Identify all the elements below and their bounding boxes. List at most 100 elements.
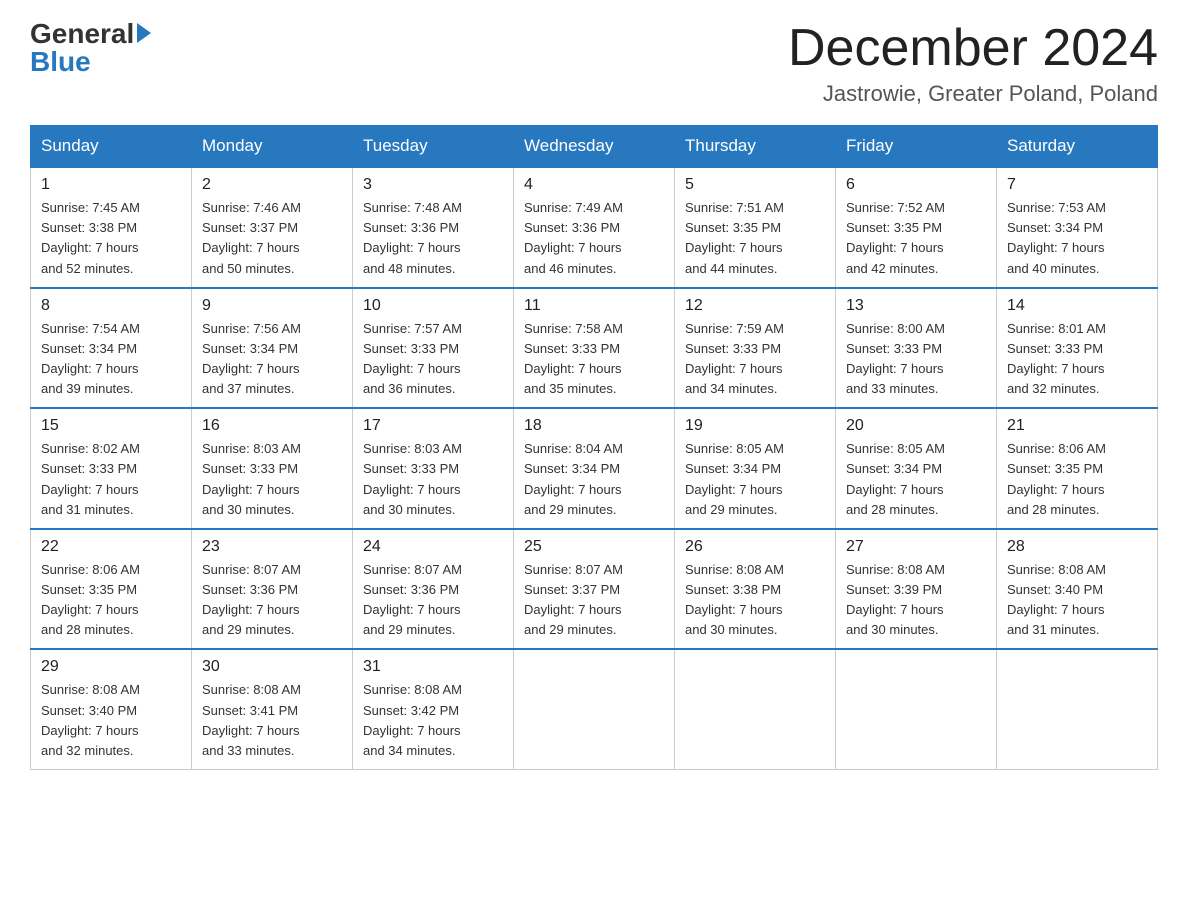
week-row-1: 1 Sunrise: 7:45 AM Sunset: 3:38 PM Dayli… xyxy=(31,167,1158,288)
day-number: 4 xyxy=(524,176,664,194)
week-row-3: 15 Sunrise: 8:02 AM Sunset: 3:33 PM Dayl… xyxy=(31,408,1158,529)
week-row-2: 8 Sunrise: 7:54 AM Sunset: 3:34 PM Dayli… xyxy=(31,288,1158,409)
calendar-cell: 11 Sunrise: 7:58 AM Sunset: 3:33 PM Dayl… xyxy=(514,288,675,409)
day-number: 31 xyxy=(363,658,503,676)
calendar-cell: 21 Sunrise: 8:06 AM Sunset: 3:35 PM Dayl… xyxy=(997,408,1158,529)
day-info: Sunrise: 8:05 AM Sunset: 3:34 PM Dayligh… xyxy=(846,439,986,520)
day-info: Sunrise: 7:54 AM Sunset: 3:34 PM Dayligh… xyxy=(41,319,181,400)
day-number: 8 xyxy=(41,297,181,315)
day-info: Sunrise: 7:56 AM Sunset: 3:34 PM Dayligh… xyxy=(202,319,342,400)
calendar-cell xyxy=(997,649,1158,769)
week-row-4: 22 Sunrise: 8:06 AM Sunset: 3:35 PM Dayl… xyxy=(31,529,1158,650)
calendar-cell: 1 Sunrise: 7:45 AM Sunset: 3:38 PM Dayli… xyxy=(31,167,192,288)
title-block: December 2024 Jastrowie, Greater Poland,… xyxy=(788,20,1158,107)
calendar-cell: 14 Sunrise: 8:01 AM Sunset: 3:33 PM Dayl… xyxy=(997,288,1158,409)
weekday-header-monday: Monday xyxy=(192,126,353,168)
day-number: 19 xyxy=(685,417,825,435)
day-number: 30 xyxy=(202,658,342,676)
day-number: 1 xyxy=(41,176,181,194)
calendar-cell: 2 Sunrise: 7:46 AM Sunset: 3:37 PM Dayli… xyxy=(192,167,353,288)
weekday-header-thursday: Thursday xyxy=(675,126,836,168)
day-info: Sunrise: 8:06 AM Sunset: 3:35 PM Dayligh… xyxy=(41,560,181,641)
calendar-table: SundayMondayTuesdayWednesdayThursdayFrid… xyxy=(30,125,1158,770)
calendar-cell: 24 Sunrise: 8:07 AM Sunset: 3:36 PM Dayl… xyxy=(353,529,514,650)
calendar-cell: 31 Sunrise: 8:08 AM Sunset: 3:42 PM Dayl… xyxy=(353,649,514,769)
calendar-cell: 13 Sunrise: 8:00 AM Sunset: 3:33 PM Dayl… xyxy=(836,288,997,409)
day-info: Sunrise: 7:45 AM Sunset: 3:38 PM Dayligh… xyxy=(41,198,181,279)
logo-general-text: General xyxy=(30,20,134,48)
day-info: Sunrise: 8:03 AM Sunset: 3:33 PM Dayligh… xyxy=(363,439,503,520)
day-info: Sunrise: 8:08 AM Sunset: 3:42 PM Dayligh… xyxy=(363,680,503,761)
day-info: Sunrise: 7:46 AM Sunset: 3:37 PM Dayligh… xyxy=(202,198,342,279)
weekday-header-tuesday: Tuesday xyxy=(353,126,514,168)
calendar-cell: 16 Sunrise: 8:03 AM Sunset: 3:33 PM Dayl… xyxy=(192,408,353,529)
calendar-cell: 19 Sunrise: 8:05 AM Sunset: 3:34 PM Dayl… xyxy=(675,408,836,529)
calendar-cell: 30 Sunrise: 8:08 AM Sunset: 3:41 PM Dayl… xyxy=(192,649,353,769)
weekday-header-sunday: Sunday xyxy=(31,126,192,168)
calendar-cell: 29 Sunrise: 8:08 AM Sunset: 3:40 PM Dayl… xyxy=(31,649,192,769)
weekday-header-wednesday: Wednesday xyxy=(514,126,675,168)
calendar-cell: 18 Sunrise: 8:04 AM Sunset: 3:34 PM Dayl… xyxy=(514,408,675,529)
day-number: 9 xyxy=(202,297,342,315)
calendar-cell xyxy=(514,649,675,769)
page-header: General Blue December 2024 Jastrowie, Gr… xyxy=(30,20,1158,107)
day-number: 15 xyxy=(41,417,181,435)
day-number: 26 xyxy=(685,538,825,556)
calendar-cell: 3 Sunrise: 7:48 AM Sunset: 3:36 PM Dayli… xyxy=(353,167,514,288)
day-info: Sunrise: 8:08 AM Sunset: 3:39 PM Dayligh… xyxy=(846,560,986,641)
month-title: December 2024 xyxy=(788,20,1158,77)
day-number: 27 xyxy=(846,538,986,556)
calendar-cell: 4 Sunrise: 7:49 AM Sunset: 3:36 PM Dayli… xyxy=(514,167,675,288)
day-info: Sunrise: 7:48 AM Sunset: 3:36 PM Dayligh… xyxy=(363,198,503,279)
day-info: Sunrise: 7:57 AM Sunset: 3:33 PM Dayligh… xyxy=(363,319,503,400)
calendar-cell: 9 Sunrise: 7:56 AM Sunset: 3:34 PM Dayli… xyxy=(192,288,353,409)
day-number: 17 xyxy=(363,417,503,435)
logo-blue-text: Blue xyxy=(30,48,91,76)
calendar-cell: 15 Sunrise: 8:02 AM Sunset: 3:33 PM Dayl… xyxy=(31,408,192,529)
weekday-header-saturday: Saturday xyxy=(997,126,1158,168)
day-number: 12 xyxy=(685,297,825,315)
calendar-cell: 5 Sunrise: 7:51 AM Sunset: 3:35 PM Dayli… xyxy=(675,167,836,288)
calendar-cell: 25 Sunrise: 8:07 AM Sunset: 3:37 PM Dayl… xyxy=(514,529,675,650)
day-info: Sunrise: 8:08 AM Sunset: 3:38 PM Dayligh… xyxy=(685,560,825,641)
day-info: Sunrise: 7:53 AM Sunset: 3:34 PM Dayligh… xyxy=(1007,198,1147,279)
calendar-cell: 17 Sunrise: 8:03 AM Sunset: 3:33 PM Dayl… xyxy=(353,408,514,529)
day-number: 24 xyxy=(363,538,503,556)
day-info: Sunrise: 8:08 AM Sunset: 3:40 PM Dayligh… xyxy=(41,680,181,761)
day-info: Sunrise: 8:07 AM Sunset: 3:36 PM Dayligh… xyxy=(363,560,503,641)
day-number: 21 xyxy=(1007,417,1147,435)
calendar-cell: 20 Sunrise: 8:05 AM Sunset: 3:34 PM Dayl… xyxy=(836,408,997,529)
day-number: 14 xyxy=(1007,297,1147,315)
day-info: Sunrise: 8:05 AM Sunset: 3:34 PM Dayligh… xyxy=(685,439,825,520)
calendar-cell: 27 Sunrise: 8:08 AM Sunset: 3:39 PM Dayl… xyxy=(836,529,997,650)
day-number: 20 xyxy=(846,417,986,435)
calendar-cell: 8 Sunrise: 7:54 AM Sunset: 3:34 PM Dayli… xyxy=(31,288,192,409)
logo-triangle-icon xyxy=(137,23,151,43)
day-info: Sunrise: 8:07 AM Sunset: 3:36 PM Dayligh… xyxy=(202,560,342,641)
day-number: 3 xyxy=(363,176,503,194)
day-info: Sunrise: 7:52 AM Sunset: 3:35 PM Dayligh… xyxy=(846,198,986,279)
day-info: Sunrise: 7:58 AM Sunset: 3:33 PM Dayligh… xyxy=(524,319,664,400)
calendar-cell xyxy=(675,649,836,769)
weekday-header-row: SundayMondayTuesdayWednesdayThursdayFrid… xyxy=(31,126,1158,168)
day-number: 16 xyxy=(202,417,342,435)
day-info: Sunrise: 7:49 AM Sunset: 3:36 PM Dayligh… xyxy=(524,198,664,279)
day-number: 23 xyxy=(202,538,342,556)
calendar-cell: 12 Sunrise: 7:59 AM Sunset: 3:33 PM Dayl… xyxy=(675,288,836,409)
day-info: Sunrise: 7:59 AM Sunset: 3:33 PM Dayligh… xyxy=(685,319,825,400)
location-title: Jastrowie, Greater Poland, Poland xyxy=(788,81,1158,107)
day-info: Sunrise: 8:04 AM Sunset: 3:34 PM Dayligh… xyxy=(524,439,664,520)
day-info: Sunrise: 8:08 AM Sunset: 3:40 PM Dayligh… xyxy=(1007,560,1147,641)
day-number: 28 xyxy=(1007,538,1147,556)
day-info: Sunrise: 8:06 AM Sunset: 3:35 PM Dayligh… xyxy=(1007,439,1147,520)
calendar-cell: 23 Sunrise: 8:07 AM Sunset: 3:36 PM Dayl… xyxy=(192,529,353,650)
day-number: 10 xyxy=(363,297,503,315)
logo: General Blue xyxy=(30,20,151,76)
day-number: 2 xyxy=(202,176,342,194)
day-info: Sunrise: 7:51 AM Sunset: 3:35 PM Dayligh… xyxy=(685,198,825,279)
day-number: 5 xyxy=(685,176,825,194)
day-info: Sunrise: 8:01 AM Sunset: 3:33 PM Dayligh… xyxy=(1007,319,1147,400)
day-info: Sunrise: 8:03 AM Sunset: 3:33 PM Dayligh… xyxy=(202,439,342,520)
calendar-cell: 7 Sunrise: 7:53 AM Sunset: 3:34 PM Dayli… xyxy=(997,167,1158,288)
week-row-5: 29 Sunrise: 8:08 AM Sunset: 3:40 PM Dayl… xyxy=(31,649,1158,769)
